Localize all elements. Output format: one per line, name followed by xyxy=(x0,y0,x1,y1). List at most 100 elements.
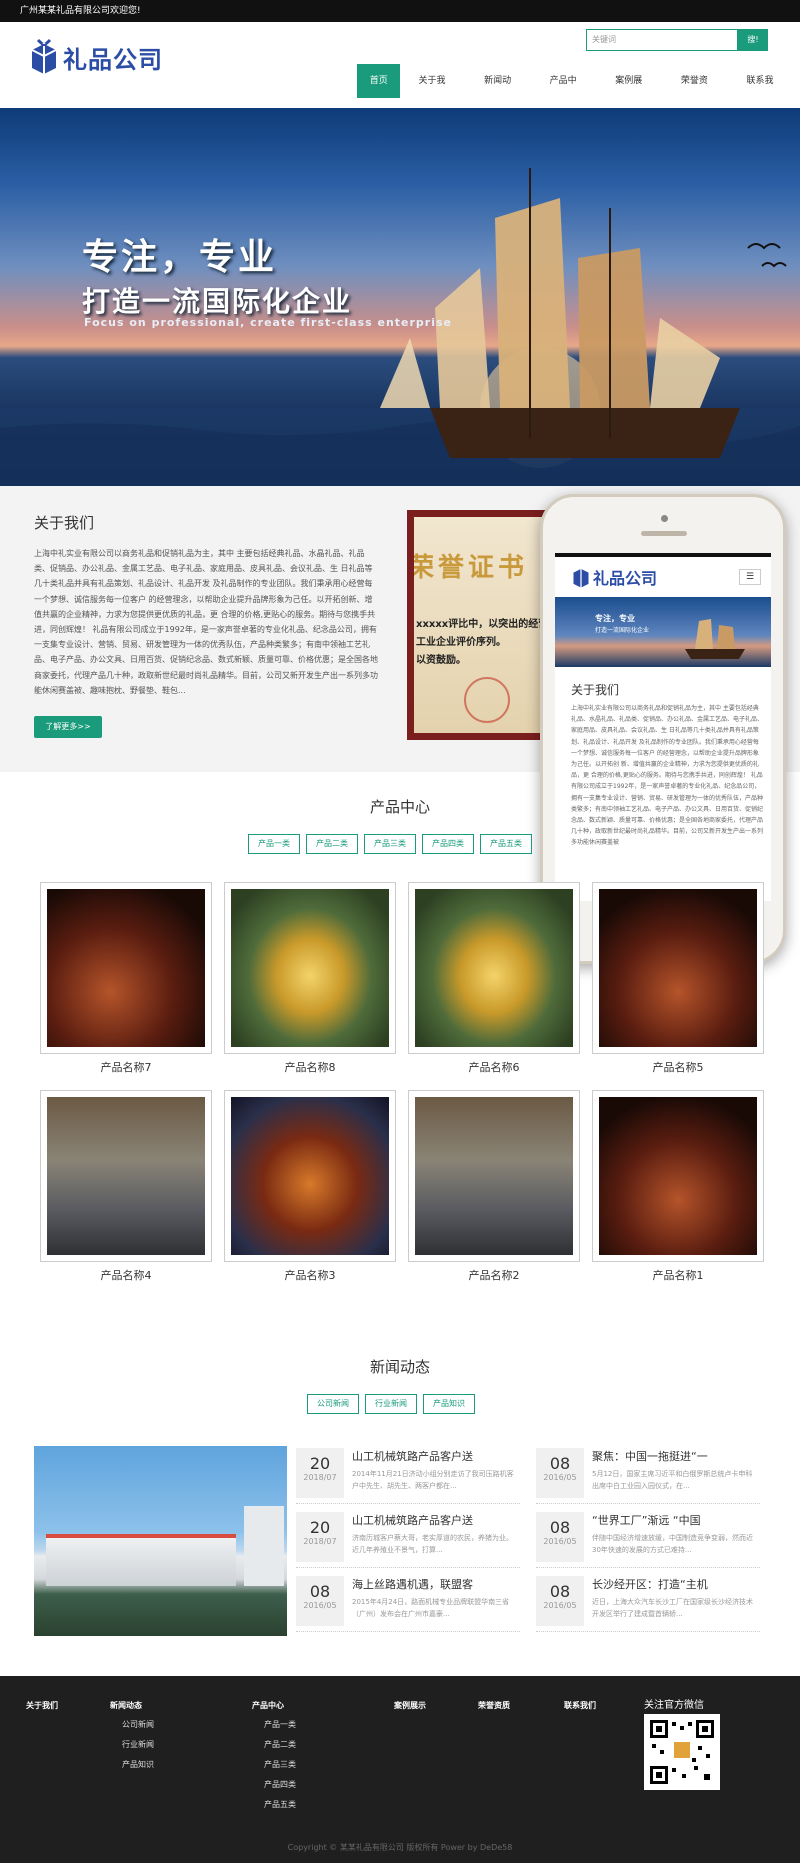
product-card[interactable]: 产品名称7 xyxy=(40,882,212,1075)
news-headline: 山工机械筑路产品客户送 xyxy=(352,1450,473,1463)
phone-logo-text: 礼品公司 xyxy=(593,569,658,588)
news-category-industry[interactable]: 行业新闻 xyxy=(365,1394,417,1414)
news-summary: 近日，上海大众汽车长沙工厂在国家级长沙经济技术开发区举行了建成暨首辆轿... xyxy=(592,1598,753,1618)
footer-news-item[interactable]: 产品知识 xyxy=(122,1759,154,1770)
footer-col-about: 关于我们 xyxy=(26,1700,58,1719)
product-image xyxy=(599,889,757,1047)
news-headline: 聚焦：中国一拖挺进“一 xyxy=(592,1450,708,1463)
news-year-month: 2016/05 xyxy=(303,1601,337,1610)
news-date: 20 2018/07 xyxy=(296,1512,344,1562)
logo-text: 礼品公司 xyxy=(63,46,163,74)
footer-news-item[interactable]: 行业新闻 xyxy=(122,1739,154,1750)
product-card[interactable]: 产品名称2 xyxy=(408,1090,580,1283)
nav-item-about[interactable]: 关于我们 xyxy=(406,64,466,120)
footer-product-item[interactable]: 产品二类 xyxy=(264,1739,296,1750)
news-item[interactable]: 20 2018/07 山工机械筑路产品客户送 济南历城客户蔡大哥，老实厚道的农民，… xyxy=(296,1510,520,1568)
product-name: 产品名称4 xyxy=(100,1269,152,1282)
nav-item-honors[interactable]: 荣誉资质 xyxy=(669,64,729,120)
phone-about-title: 关于我们 xyxy=(571,683,620,697)
news-category-company[interactable]: 公司新闻 xyxy=(307,1394,359,1414)
footer-col-cases: 案例展示 xyxy=(394,1700,426,1719)
news-item[interactable]: 08 2016/05 海上丝路遇机遇，联盟客 2015年4月24日，路面机械专业品… xyxy=(296,1574,520,1632)
footer-cases-link[interactable]: 案例展示 xyxy=(394,1700,426,1711)
certificate-title: 荣誉证书 xyxy=(414,553,529,583)
hero-banner[interactable]: 专注，专业 打造一流国际化企业 Focus on professional, c… xyxy=(0,108,800,486)
learn-more-button[interactable]: 了解更多>> xyxy=(34,716,102,738)
banner-headline-2: 打造一流国际化企业 xyxy=(82,285,353,318)
news-categories: 公司新闻 行业新闻 产品知识 xyxy=(307,1394,481,1414)
footer-product-item[interactable]: 产品三类 xyxy=(264,1759,296,1770)
product-card[interactable]: 产品名称1 xyxy=(592,1090,764,1283)
product-card[interactable]: 产品名称5 xyxy=(592,882,764,1075)
phone-ship-image xyxy=(685,619,745,659)
news-category-knowledge[interactable]: 产品知识 xyxy=(423,1394,475,1414)
news-day: 08 xyxy=(549,1518,571,1537)
certificate-seal xyxy=(464,677,510,723)
nav-item-products[interactable]: 产品中心 xyxy=(538,64,598,120)
footer-product-item[interactable]: 产品四类 xyxy=(264,1779,296,1790)
news-headline: 长沙经开区：打造“主机 xyxy=(592,1578,708,1591)
wechat-title: 关注官方微信 xyxy=(644,1700,704,1711)
news-year-month: 2016/05 xyxy=(543,1601,577,1610)
phone-banner: 专注，专业 打造一流国际化企业 xyxy=(555,597,771,667)
footer-product-item[interactable]: 产品五类 xyxy=(264,1799,296,1810)
news-headline: “世界工厂”渐远 “中国 xyxy=(592,1514,701,1527)
footer-col-contact: 联系我们 xyxy=(564,1700,596,1719)
news-date: 08 2016/05 xyxy=(536,1576,584,1626)
product-category-3[interactable]: 产品三类 xyxy=(364,834,416,854)
nav-item-cases[interactable]: 案例展示 xyxy=(603,64,663,120)
news-date: 08 2016/05 xyxy=(536,1512,584,1562)
about-title: 关于我们 xyxy=(34,514,95,532)
about-text: 上海中礼实业有限公司以商务礼品和促销礼品为主，其中 主要包括经典礼品、水晶礼品、… xyxy=(34,549,378,695)
footer-products-link[interactable]: 产品中心 xyxy=(252,1700,296,1711)
search-input[interactable]: 关键词 xyxy=(586,29,738,51)
product-image xyxy=(231,1097,389,1255)
gift-box-icon xyxy=(31,38,57,74)
news-date: 20 2018/07 xyxy=(296,1448,344,1498)
product-category-4[interactable]: 产品四类 xyxy=(422,834,474,854)
footer-col-products: 产品中心 产品一类 产品二类 产品三类 产品四类 产品五类 xyxy=(252,1700,296,1819)
product-name: 产品名称2 xyxy=(468,1269,520,1282)
product-card[interactable]: 产品名称6 xyxy=(408,882,580,1075)
product-card[interactable]: 产品名称3 xyxy=(224,1090,396,1283)
nav-item-contact[interactable]: 联系我们 xyxy=(734,64,794,120)
news-item[interactable]: 08 2016/05 长沙经开区：打造“主机 近日，上海大众汽车长沙工厂在国家级长… xyxy=(536,1574,760,1632)
footer-col-honors: 荣誉资质 xyxy=(478,1700,510,1719)
phone-menu-button[interactable]: ☰ xyxy=(739,569,761,585)
news-headline: 山工机械筑路产品客户送 xyxy=(352,1514,473,1527)
product-category-1[interactable]: 产品一类 xyxy=(248,834,300,854)
product-card[interactable]: 产品名称8 xyxy=(224,882,396,1075)
footer-product-item[interactable]: 产品一类 xyxy=(264,1719,296,1730)
footer-col-news: 新闻动态 公司新闻 行业新闻 产品知识 xyxy=(110,1700,154,1779)
news-feature-image[interactable] xyxy=(34,1446,287,1636)
banner-subtitle: Focus on professional, create first-clas… xyxy=(84,316,453,329)
wechat-qr-code xyxy=(644,1714,720,1790)
certificate-line-2: 工业企业评价序列。 xyxy=(416,637,506,648)
footer-news-link[interactable]: 新闻动态 xyxy=(110,1700,154,1711)
phone-speaker xyxy=(641,531,687,536)
footer-about-link[interactable]: 关于我们 xyxy=(26,1700,58,1711)
news-item[interactable]: 08 2016/05 “世界工厂”渐远 “中国 伴随中国经济增速放缓，中国制造竞争… xyxy=(536,1510,760,1568)
search-button[interactable]: 搜! xyxy=(738,29,768,51)
product-image xyxy=(415,1097,573,1255)
qr-code-icon xyxy=(648,1718,716,1786)
product-category-5[interactable]: 产品五类 xyxy=(480,834,532,854)
footer-honors-link[interactable]: 荣誉资质 xyxy=(478,1700,510,1711)
footer-contact-link[interactable]: 联系我们 xyxy=(564,1700,596,1711)
news-item[interactable]: 20 2018/07 山工机械筑路产品客户送 2014年11月21日济动小组分别走… xyxy=(296,1446,520,1504)
phone-gift-box-icon xyxy=(573,568,589,588)
footer-news-item[interactable]: 公司新闻 xyxy=(122,1719,154,1730)
product-image xyxy=(47,889,205,1047)
top-bar: 广州某某礼品有限公司欢迎您! xyxy=(0,0,800,22)
product-category-2[interactable]: 产品二类 xyxy=(306,834,358,854)
certificate-line-3: 以资鼓励。 xyxy=(416,655,466,666)
phone-screen: 礼品公司 ☰ 专注，专业 打造一流国际化企业 关于我们 上海中礼实业有限公司以商… xyxy=(555,553,771,901)
logo[interactable]: 礼品公司 xyxy=(28,36,168,78)
news-item[interactable]: 08 2016/05 聚焦：中国一拖挺进“一 5月12日，国家主席习近平和白俄罗斯… xyxy=(536,1446,760,1504)
product-card[interactable]: 产品名称4 xyxy=(40,1090,212,1283)
news-title: 新闻动态 xyxy=(369,1358,430,1376)
news-day: 20 xyxy=(309,1518,331,1537)
nav-item-news[interactable]: 新闻动态 xyxy=(472,64,532,120)
nav-item-home[interactable]: 首页 xyxy=(357,64,401,98)
news-summary: 2014年11月21日济动小组分别走访了我司压路机客户中先生、胡先生、两客户都在… xyxy=(352,1470,514,1490)
